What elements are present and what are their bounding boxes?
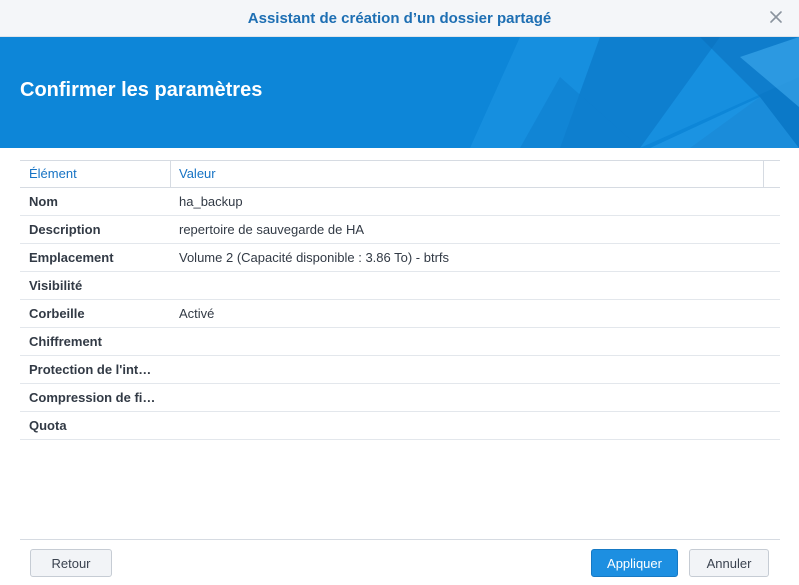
table-row: Quota: [20, 412, 780, 440]
row-key: Protection de l'int…: [29, 362, 152, 377]
footer-divider: [20, 539, 780, 540]
window-title: Assistant de création d’un dossier parta…: [247, 9, 552, 27]
row-key: Chiffrement: [29, 334, 102, 349]
row-key: Corbeille: [29, 306, 85, 321]
row-key: Quota: [29, 418, 67, 433]
row-value: ha_backup: [179, 194, 243, 209]
table-row: Description repertoire de sauvegarde de H…: [20, 216, 780, 244]
table-header: Élément Valeur: [20, 160, 780, 188]
row-key: Visibilité: [29, 278, 83, 293]
column-header-spacer: [763, 161, 780, 187]
page-heading: Confirmer les paramètres: [20, 79, 263, 101]
apply-button[interactable]: Appliquer: [591, 549, 678, 577]
row-key: Description: [29, 222, 101, 237]
row-value: Volume 2 (Capacité disponible : 3.86 To)…: [179, 250, 450, 265]
table-row: Corbeille Activé: [20, 300, 780, 328]
row-key: Compression de fi…: [29, 390, 156, 405]
column-header-value[interactable]: Valeur: [171, 161, 763, 187]
table-row: Protection de l'int…: [20, 356, 780, 384]
table-row: Compression de fi…: [20, 384, 780, 412]
row-value: repertoire de sauvegarde de HA: [179, 222, 365, 237]
wizard-banner: Confirmer les paramètres: [0, 37, 799, 148]
settings-table: Élément Valeur Nom ha_backup Description re…: [20, 160, 780, 440]
close-icon[interactable]: [767, 8, 785, 26]
table-body: Nom ha_backup Description repertoire de sau…: [20, 188, 780, 440]
table-row: Chiffrement: [20, 328, 780, 356]
table-row: Nom ha_backup: [20, 188, 780, 216]
row-value: Activé: [179, 306, 215, 321]
table-row: Visibilité: [20, 272, 780, 300]
row-key: Nom: [29, 194, 58, 209]
window-titlebar: Assistant de création d’un dossier parta…: [0, 0, 799, 37]
back-button[interactable]: Retour: [30, 549, 112, 577]
column-header-element[interactable]: Élément: [20, 161, 171, 187]
cancel-button[interactable]: Annuler: [689, 549, 769, 577]
row-key: Emplacement: [29, 250, 114, 265]
table-row: Emplacement Volume 2 (Capacité disponible…: [20, 244, 780, 272]
